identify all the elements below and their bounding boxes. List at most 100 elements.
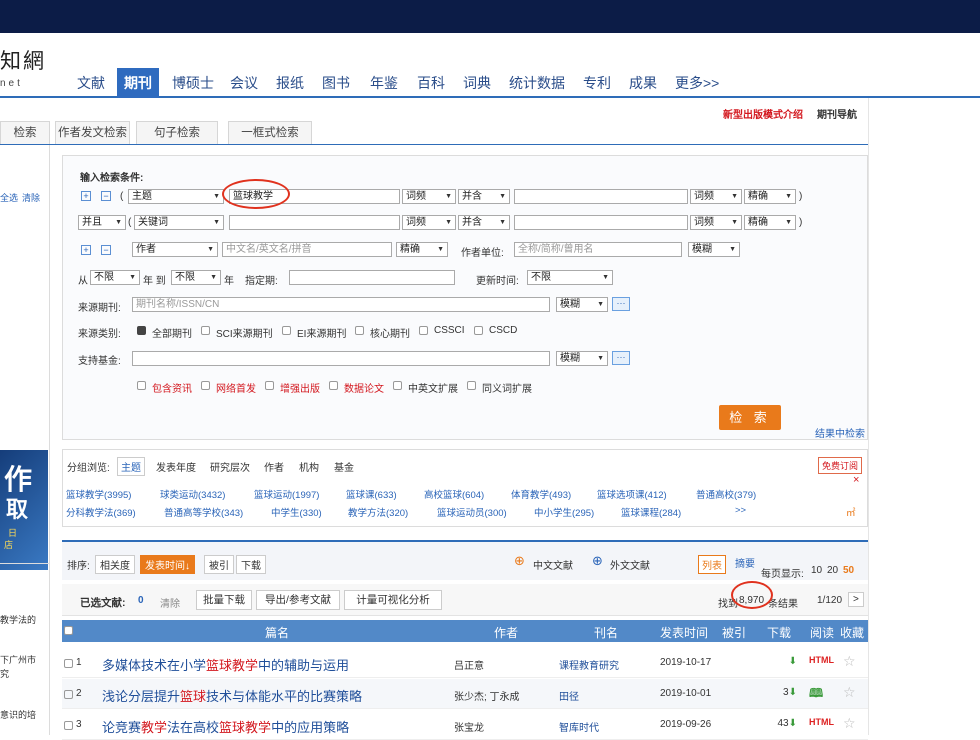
group-item[interactable]: 篮球教学(3995) — [66, 487, 131, 501]
remove-row-icon[interactable]: − — [101, 191, 111, 201]
close-icon[interactable]: × — [853, 474, 859, 486]
nav-tongji[interactable]: 统计数据 — [509, 73, 565, 93]
abstract-view-button[interactable]: 摘要 — [735, 555, 755, 570]
group-tab-author[interactable]: 作者 — [264, 459, 284, 474]
freq-select-2b[interactable]: 词频 — [690, 215, 742, 230]
table-row[interactable]: 1 多媒体技术在小学篮球教学中的辅助与运用 吕正意 课程教育研究 2019-10… — [62, 648, 868, 678]
sort-relevance[interactable]: 相关度 — [95, 555, 135, 574]
match-select-1[interactable]: 精确 — [744, 189, 796, 204]
cn-docs-link[interactable]: 中文文献 — [533, 557, 573, 572]
col-date[interactable]: 发表时间 — [660, 624, 708, 641]
row-author[interactable]: 张宝龙 — [454, 719, 484, 734]
table-row[interactable]: 3 论竞赛教学法在高校篮球教学中的应用策略 张宝龙 智库时代 2019-09-2… — [62, 710, 868, 740]
clear-link[interactable]: 清除 — [22, 191, 40, 204]
search-input-1b[interactable] — [514, 189, 688, 204]
row-downloads[interactable]: 43⬇ — [769, 718, 797, 729]
freq-select-1[interactable]: 词频 — [402, 189, 456, 204]
author-unit-input[interactable]: 全称/简称/曾用名 — [514, 242, 682, 257]
checkbox-all[interactable] — [137, 326, 146, 335]
remove-author-icon[interactable]: − — [101, 245, 111, 255]
col-author[interactable]: 作者 — [494, 624, 518, 641]
sort-download[interactable]: 下载 — [236, 555, 266, 574]
col-favorite[interactable]: 收藏 — [840, 624, 864, 641]
group-item[interactable]: 篮球选项课(412) — [597, 487, 667, 501]
group-item[interactable]: 球类运动(3432) — [160, 487, 225, 501]
nav-baike[interactable]: 百科 — [417, 73, 445, 93]
nav-more[interactable]: 更多>> — [675, 73, 719, 93]
row-journal[interactable]: 田径 — [559, 688, 579, 703]
per-page-20[interactable]: 20 — [827, 565, 838, 576]
group-tab-level[interactable]: 研究层次 — [210, 459, 250, 474]
side-item-4[interactable]: 意识的培 — [0, 708, 36, 721]
site-logo[interactable]: 知網 — [0, 45, 46, 75]
group-item[interactable]: 分科教学法(369) — [66, 505, 136, 519]
author-unit-match[interactable]: 模糊 — [688, 242, 740, 257]
side-item-2[interactable]: 下广州市 — [0, 653, 36, 666]
source-match-select[interactable]: 模糊 — [556, 297, 608, 312]
bool-select-1[interactable]: 并含 — [458, 189, 510, 204]
tab-advanced[interactable]: 检索 — [0, 121, 50, 144]
date-input[interactable] — [289, 270, 455, 285]
update-select[interactable]: 不限 — [527, 270, 613, 285]
read-book-icon[interactable]: 🕮 — [809, 684, 823, 705]
add-author-icon[interactable]: + — [81, 245, 91, 255]
more-icon-2[interactable]: ··· — [612, 351, 630, 365]
fund-input[interactable] — [132, 351, 550, 366]
ad-banner[interactable]: 作 取 日 店 — [0, 450, 48, 570]
favorite-star-icon[interactable]: ☆ — [843, 653, 856, 670]
journal-nav-link[interactable]: 期刊导航 — [817, 106, 857, 121]
search-in-results-link[interactable]: 结果中检索 — [815, 425, 865, 440]
field-select-1[interactable]: 主题 — [128, 189, 224, 204]
col-read[interactable]: 阅读 — [810, 624, 834, 641]
sort-cited[interactable]: 被引 — [204, 555, 234, 574]
author-input[interactable]: 中文名/英文名/拼音 — [222, 242, 392, 257]
read-html-icon[interactable]: HTML — [809, 717, 834, 727]
tab-author[interactable]: 作者发文检索 — [55, 121, 130, 144]
sort-date[interactable]: 发表时间↓ — [140, 555, 195, 574]
group-item[interactable]: 高校篮球(604) — [424, 487, 484, 501]
checkbox-cscd[interactable] — [474, 326, 483, 335]
group-tab-fund[interactable]: 基金 — [334, 459, 354, 474]
list-view-button[interactable]: 列表 — [698, 555, 726, 574]
en-docs-link[interactable]: 外文文献 — [610, 557, 650, 572]
source-journal-input[interactable]: 期刊名称/ISSN/CN — [132, 297, 550, 312]
group-item[interactable]: 篮球运动(1997) — [254, 487, 319, 501]
group-item[interactable]: 中学生(330) — [271, 505, 322, 519]
year-to-select[interactable]: 不限 — [171, 270, 221, 285]
row-checkbox[interactable] — [64, 721, 73, 730]
group-item[interactable]: 篮球课程(284) — [621, 505, 681, 519]
checkbox-synonym[interactable] — [467, 381, 476, 390]
group-tab-org[interactable]: 机构 — [299, 459, 319, 474]
author-match-select[interactable]: 精确 — [396, 242, 448, 257]
row-title[interactable]: 浅论分层提升篮球技术与体能水平的比赛策略 — [102, 686, 362, 705]
search-input-2b[interactable] — [514, 215, 688, 230]
select-all-link[interactable]: 全选 — [0, 191, 18, 204]
group-item[interactable]: 普通高校(379) — [696, 487, 756, 501]
group-tab-topic[interactable]: 主题 — [117, 457, 145, 476]
group-tab-year[interactable]: 发表年度 — [156, 459, 196, 474]
author-field-select[interactable]: 作者 — [132, 242, 218, 257]
row-journal[interactable]: 课程教育研究 — [559, 657, 619, 672]
more-icon[interactable]: ··· — [612, 297, 630, 311]
select-all-checkbox[interactable] — [64, 626, 73, 635]
en-docs-icon[interactable]: ⊕ — [592, 553, 603, 569]
per-page-10[interactable]: 10 — [811, 565, 822, 576]
selected-clear[interactable]: 清除 — [160, 595, 180, 610]
row-title[interactable]: 多媒体技术在小学篮球教学中的辅助与运用 — [102, 655, 349, 674]
group-item[interactable]: 教学方法(320) — [348, 505, 408, 519]
fund-match-select[interactable]: 模糊 — [556, 351, 608, 366]
checkbox-ei[interactable] — [282, 326, 291, 335]
year-from-select[interactable]: 不限 — [90, 270, 140, 285]
checkbox-online-first[interactable] — [201, 381, 210, 390]
next-page-button[interactable]: > — [848, 592, 864, 607]
row-author[interactable]: 张少杰; 丁永成 — [454, 688, 520, 703]
col-cited[interactable]: 被引 — [722, 624, 746, 641]
nav-zhuanli[interactable]: 专利 — [583, 73, 611, 93]
checkbox-data-paper[interactable] — [329, 381, 338, 390]
col-journal[interactable]: 刊名 — [594, 624, 618, 641]
free-subscribe-button[interactable]: 免费订阅 — [818, 457, 863, 474]
side-item-3[interactable]: 究 — [0, 667, 9, 680]
tab-sentence[interactable]: 句子检索 — [136, 121, 218, 144]
cn-docs-icon[interactable]: ⊕ — [514, 553, 525, 569]
bool-select-2[interactable]: 并含 — [458, 215, 510, 230]
